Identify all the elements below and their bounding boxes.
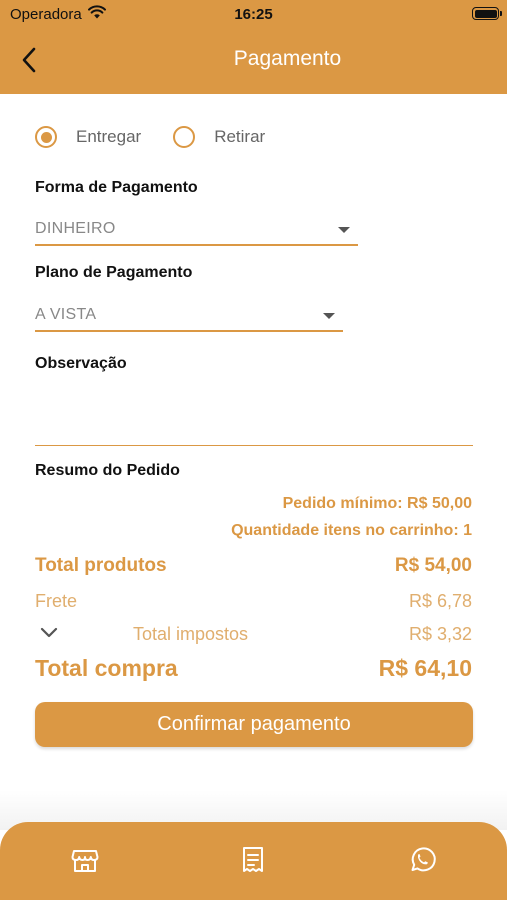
status-bar: Operadora 16:25 <box>0 0 507 30</box>
receipt-icon <box>243 847 263 872</box>
status-time: 16:25 <box>234 6 273 23</box>
back-button[interactable] <box>14 44 44 76</box>
tab-orders[interactable] <box>237 844 269 876</box>
confirm-payment-button[interactable]: Confirmar pagamento <box>35 702 473 747</box>
observation-label: Observação <box>35 355 127 372</box>
whatsapp-icon <box>411 847 436 872</box>
payment-plan-select[interactable]: A VISTA <box>35 302 343 332</box>
radio-button-retirar[interactable] <box>173 126 196 148</box>
delivery-option-label: Retirar <box>214 127 266 146</box>
observation-input[interactable] <box>35 384 473 446</box>
tab-whatsapp[interactable] <box>406 844 438 876</box>
chevron-left-icon <box>22 47 36 73</box>
payment-plan-label: Plano de Pagamento <box>35 264 193 281</box>
tab-bar <box>0 822 507 900</box>
shipping-value: R$ 6,78 <box>408 591 472 611</box>
chevron-down-icon[interactable] <box>40 625 58 639</box>
taxes-label[interactable]: Total impostos <box>133 624 248 645</box>
app-header: Operadora 16:25 Pagamento <box>0 0 507 94</box>
total-products-value: R$ 54,00 <box>394 555 472 576</box>
caret-down-icon <box>323 313 335 319</box>
payment-method-select[interactable]: DINHEIRO <box>35 216 358 246</box>
payment-plan-value: A VISTA <box>35 306 97 323</box>
total-purchase-value: R$ 64,10 <box>378 655 472 681</box>
delivery-option-entregar[interactable]: Entregar <box>35 126 141 148</box>
caret-down-icon <box>338 227 350 233</box>
page-title: Pagamento <box>233 47 342 70</box>
delivery-options: Entregar Retirar <box>35 126 297 148</box>
total-purchase-label: Total compra <box>35 655 178 681</box>
minimum-order-text: Pedido mínimo: R$ 50,00 <box>282 495 472 512</box>
shipping-label: Frete <box>35 591 78 611</box>
taxes-value: R$ 3,32 <box>408 624 472 644</box>
delivery-option-label: Entregar <box>76 127 142 146</box>
delivery-option-retirar[interactable]: Retirar <box>173 126 265 148</box>
tab-store[interactable] <box>69 844 101 876</box>
payment-method-label: Forma de Pagamento <box>35 179 198 196</box>
radio-button-entregar[interactable] <box>35 126 57 148</box>
battery-icon <box>472 7 502 20</box>
cart-count-text: Quantidade itens no carrinho: 1 <box>231 522 472 539</box>
order-summary-title: Resumo do Pedido <box>35 462 180 479</box>
total-products-label: Total produtos <box>35 555 167 576</box>
store-icon <box>71 850 99 872</box>
payment-method-value: DINHEIRO <box>35 220 116 237</box>
